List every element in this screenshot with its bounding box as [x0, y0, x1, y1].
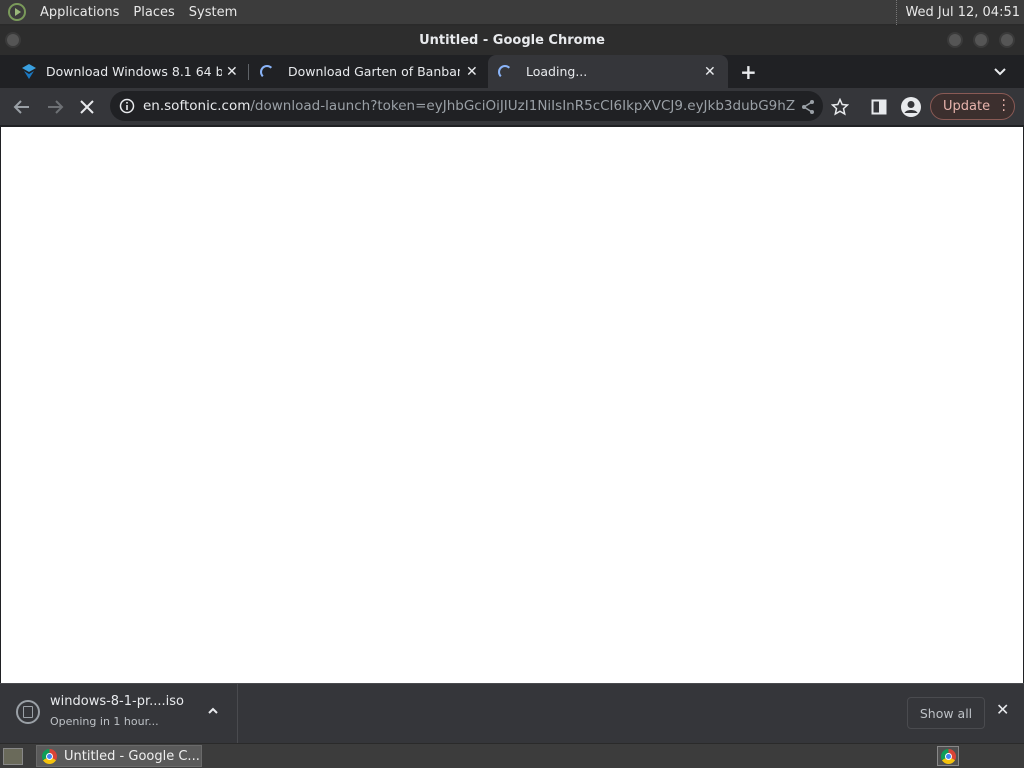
download-item[interactable]: windows-8-1-pr....iso Opening in 1 hour.… [0, 684, 238, 744]
chrome-icon [42, 748, 57, 764]
show-desktop-icon[interactable] [3, 748, 23, 765]
tab-loading[interactable]: Loading... ✕ [488, 55, 728, 88]
tab-close-icon[interactable]: ✕ [704, 64, 716, 80]
tab-strip: Download Windows 8.1 64 bit- ✕ Download … [0, 55, 1024, 88]
bookmark-star-icon[interactable] [831, 98, 849, 116]
browser-toolbar: en.softonic.com /download-launch?token=e… [0, 88, 1024, 125]
update-button[interactable]: Update · · · [930, 93, 1015, 120]
chrome-icon [940, 748, 956, 764]
tab-close-icon[interactable]: ✕ [466, 64, 478, 80]
tab-search-chevron-down-icon[interactable] [993, 65, 1007, 79]
tab-title: Loading... [526, 64, 588, 79]
close-window-icon[interactable] [999, 32, 1015, 48]
new-tab-icon[interactable]: + [740, 60, 757, 84]
panel-clock[interactable]: Wed Jul 12, 04:51 [896, 0, 1020, 25]
window-titlebar[interactable]: Untitled - Google Chrome [0, 26, 1024, 55]
window-menu-icon[interactable] [5, 32, 21, 48]
profile-avatar-icon[interactable] [900, 96, 922, 118]
tab-garten-download[interactable]: Download Garten of Banban 3 ✕ [250, 55, 486, 88]
chevron-up-icon[interactable] [206, 704, 220, 718]
chrome-window: Untitled - Google Chrome Download Window… [0, 26, 1024, 744]
menu-places[interactable]: Places [127, 5, 180, 20]
minimize-icon[interactable] [947, 32, 963, 48]
back-arrow-icon[interactable] [13, 98, 31, 116]
menu-system[interactable]: System [183, 5, 243, 20]
tab-close-icon[interactable]: ✕ [226, 64, 238, 80]
share-icon[interactable] [800, 99, 816, 115]
more-menu-icon[interactable]: · · · [1002, 94, 1006, 118]
tab-title: Download Garten of Banban 3 [288, 64, 460, 79]
show-all-button[interactable]: Show all [907, 697, 985, 729]
site-info-icon[interactable] [119, 98, 135, 114]
stop-loading-icon[interactable] [79, 99, 95, 115]
tab-separator [248, 64, 249, 80]
taskbar-item-label: Untitled - Google C... [64, 748, 200, 764]
menu-applications[interactable]: Applications [34, 5, 125, 20]
tab-title: Download Windows 8.1 64 bit- [46, 64, 222, 79]
file-download-icon [16, 700, 40, 724]
maximize-icon[interactable] [973, 32, 989, 48]
download-shelf: windows-8-1-pr....iso Opening in 1 hour.… [0, 683, 1024, 744]
update-label: Update [943, 99, 991, 114]
url-host: en.softonic.com [143, 98, 251, 114]
close-shelf-icon[interactable]: ✕ [996, 700, 1009, 719]
download-filename: windows-8-1-pr....iso [50, 694, 184, 709]
forward-arrow-icon[interactable] [46, 98, 64, 116]
top-panel: Applications Places System Wed Jul 12, 0… [0, 0, 1024, 25]
side-panel-icon[interactable] [871, 99, 887, 115]
loading-spinner-icon [498, 64, 512, 79]
loading-spinner-icon [260, 64, 274, 79]
bottom-panel: Untitled - Google C... [0, 743, 1024, 768]
tab-windows-download[interactable]: Download Windows 8.1 64 bit- ✕ [10, 55, 246, 88]
softonic-icon [22, 63, 36, 79]
address-bar[interactable]: en.softonic.com /download-launch?token=e… [110, 91, 823, 121]
page-content[interactable] [1, 127, 1023, 683]
download-status: Opening in 1 hour... [50, 715, 159, 728]
url-path: /download-launch?token=eyJhbGciOiJIUzI1N… [250, 98, 796, 114]
tray-chrome-icon[interactable] [937, 746, 959, 766]
distro-logo-icon[interactable] [8, 3, 26, 21]
window-title: Untitled - Google Chrome [419, 33, 605, 48]
taskbar-item-chrome[interactable]: Untitled - Google C... [36, 745, 202, 767]
